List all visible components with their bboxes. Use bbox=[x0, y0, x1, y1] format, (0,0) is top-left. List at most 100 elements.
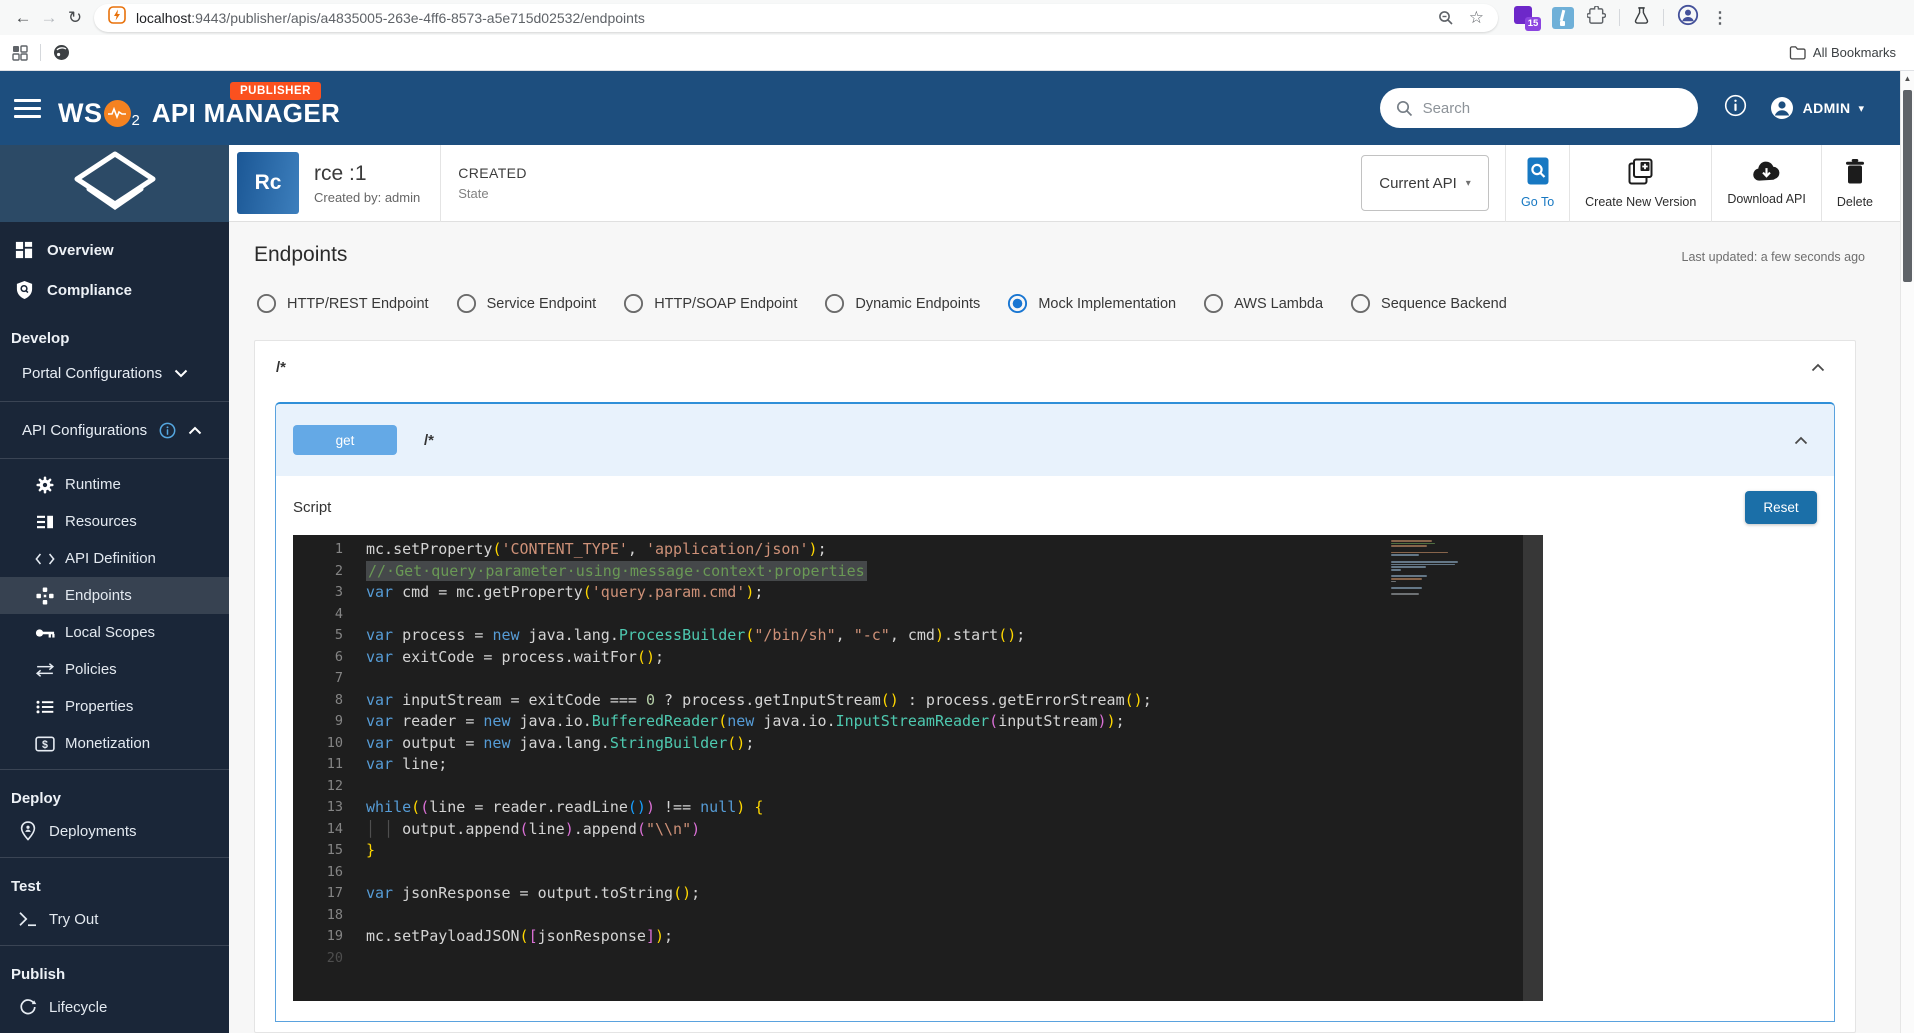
chevron-down-icon bbox=[174, 369, 188, 378]
code-line: 1mc.setProperty('CONTENT_TYPE', 'applica… bbox=[293, 539, 1543, 561]
script-label: Script bbox=[293, 499, 331, 516]
minimap-line bbox=[1391, 593, 1419, 595]
code-text: var cmd = mc.getProperty('query.param.cm… bbox=[366, 582, 763, 604]
code-line: 13while((line = reader.readLine()) !== n… bbox=[293, 797, 1543, 819]
tab-groups-icon[interactable] bbox=[12, 45, 28, 61]
radio-http-rest-endpoint[interactable]: HTTP/REST Endpoint bbox=[256, 293, 429, 314]
line-number: 2 bbox=[293, 561, 343, 583]
api-thumbnail[interactable]: Rc bbox=[237, 152, 299, 214]
adblock-extension-icon[interactable]: 15 bbox=[1514, 6, 1539, 30]
radio-label: Service Endpoint bbox=[487, 296, 597, 312]
sidebar-item-api-definition[interactable]: API Definition bbox=[0, 540, 229, 577]
minimap-line bbox=[1391, 583, 1477, 586]
radio-dynamic-endpoints[interactable]: Dynamic Endpoints bbox=[824, 293, 980, 314]
hamburger-menu-icon[interactable] bbox=[14, 94, 41, 123]
reload-icon[interactable]: ↻ bbox=[62, 8, 88, 28]
sidebar-item-compliance[interactable]: Compliance bbox=[0, 270, 229, 310]
sidebar-item-portal-configurations[interactable]: Portal Configurations bbox=[0, 352, 229, 394]
scrollbar-up-icon[interactable]: ▲ bbox=[1901, 71, 1914, 86]
resource-path-label: /* bbox=[424, 432, 434, 449]
zoom-icon[interactable] bbox=[1438, 10, 1454, 26]
bookmark-star-icon[interactable]: ☆ bbox=[1469, 8, 1484, 28]
http-method-chip[interactable]: get bbox=[293, 425, 397, 455]
profile-icon[interactable] bbox=[1677, 4, 1699, 31]
sidebar-item-properties[interactable]: Properties bbox=[0, 688, 229, 725]
sidebar-item-endpoints[interactable]: Endpoints bbox=[0, 577, 229, 614]
minimap-line bbox=[1391, 590, 1477, 593]
reset-button[interactable]: Reset bbox=[1745, 491, 1817, 524]
radio-aws-lambda[interactable]: AWS Lambda bbox=[1203, 293, 1323, 314]
download-api-button[interactable]: Download API bbox=[1712, 161, 1821, 206]
sidebar-item-monetization[interactable]: $Monetization bbox=[0, 725, 229, 762]
flask-labs-icon[interactable] bbox=[1633, 6, 1650, 30]
version-select[interactable]: Current API ▾ bbox=[1361, 155, 1489, 211]
puzzle-extensions-icon[interactable] bbox=[1587, 6, 1606, 30]
search-input[interactable]: Search bbox=[1380, 88, 1698, 128]
sidebar-item-overview[interactable]: Overview bbox=[0, 230, 229, 270]
back-icon[interactable]: ← bbox=[10, 8, 36, 28]
go-to-button[interactable]: Go To bbox=[1506, 157, 1569, 209]
minimap-line bbox=[1391, 575, 1427, 577]
address-bar[interactable]: localhost:9443/publisher/apis/a4835005-2… bbox=[94, 4, 1498, 32]
scrollbar-thumb[interactable] bbox=[1903, 90, 1912, 282]
api-header-bar: Rc rce :1 Created by: admin CREATED Stat… bbox=[229, 145, 1900, 222]
sidebar-item-label: Monetization bbox=[65, 735, 150, 752]
forward-icon[interactable]: → bbox=[36, 8, 62, 28]
sidebar-item-api-configurations[interactable]: API Configurations bbox=[0, 409, 229, 451]
line-number: 8 bbox=[293, 690, 343, 712]
delete-button[interactable]: Delete bbox=[1822, 158, 1888, 209]
sidebar-item-resources[interactable]: Resources bbox=[0, 503, 229, 540]
brand-logo[interactable]: WS 2 API MANAGER bbox=[58, 98, 340, 129]
devtool-extension-icon[interactable] bbox=[1552, 7, 1574, 29]
editor-minimap[interactable] bbox=[1391, 540, 1477, 600]
radio-label: Dynamic Endpoints bbox=[855, 296, 980, 312]
code-text: } bbox=[366, 840, 375, 862]
sidebar-item-deployments[interactable]: Deployments bbox=[0, 812, 229, 850]
globe-bookmark-icon[interactable] bbox=[53, 44, 70, 61]
all-bookmarks[interactable]: All Bookmarks bbox=[1789, 45, 1896, 60]
sidebar-item-lifecycle[interactable]: Lifecycle bbox=[0, 988, 229, 1026]
line-number: 18 bbox=[293, 905, 343, 927]
info-icon[interactable] bbox=[159, 422, 176, 439]
url-text[interactable]: localhost:9443/publisher/apis/a4835005-2… bbox=[136, 10, 1423, 26]
create-new-version-button[interactable]: Create New Version bbox=[1570, 158, 1711, 209]
collapse-icon[interactable] bbox=[1794, 436, 1808, 445]
sidebar-item-try-out[interactable]: Try Out bbox=[0, 900, 229, 938]
sidebar-item-runtime[interactable]: Runtime bbox=[0, 466, 229, 503]
code-text: var reader = new java.io.BufferedReader(… bbox=[366, 711, 1125, 733]
collapse-icon[interactable] bbox=[1811, 363, 1825, 372]
sidebar-item-label: Runtime bbox=[65, 476, 121, 493]
radio-icon bbox=[1007, 293, 1028, 314]
editor-scrollbar[interactable] bbox=[1523, 535, 1543, 1001]
lifecycle-state-value: CREATED bbox=[458, 165, 527, 181]
line-number: 3 bbox=[293, 582, 343, 604]
line-number: 20 bbox=[293, 948, 343, 970]
site-extension-favicon bbox=[108, 6, 126, 29]
endpoint-card: /* get /* bbox=[254, 340, 1856, 1033]
script-code-editor[interactable]: 1mc.setProperty('CONTENT_TYPE', 'applica… bbox=[293, 535, 1543, 1001]
resources-icon bbox=[33, 514, 57, 530]
dashboard-icon bbox=[11, 241, 37, 259]
code-text: mc.setPayloadJSON([jsonResponse]); bbox=[366, 926, 673, 948]
minimap-line bbox=[1391, 548, 1477, 551]
action-label: Download API bbox=[1727, 192, 1806, 206]
radio-sequence-backend[interactable]: Sequence Backend bbox=[1350, 293, 1507, 314]
user-menu[interactable]: ADMIN ▾ bbox=[1769, 95, 1864, 121]
action-label: Create New Version bbox=[1585, 195, 1696, 209]
brand-title: API MANAGER bbox=[152, 98, 340, 129]
code-line: 7 bbox=[293, 668, 1543, 690]
radio-mock-implementation[interactable]: Mock Implementation bbox=[1007, 293, 1176, 314]
browser-menu-icon[interactable]: ⋮ bbox=[1712, 8, 1728, 28]
radio-service-endpoint[interactable]: Service Endpoint bbox=[456, 293, 597, 314]
radio-label: AWS Lambda bbox=[1234, 296, 1323, 312]
gear-icon bbox=[33, 476, 57, 494]
sidebar-item-policies[interactable]: Policies bbox=[0, 651, 229, 688]
radio-http-soap-endpoint[interactable]: HTTP/SOAP Endpoint bbox=[623, 293, 797, 314]
sidebar-item-local-scopes[interactable]: Local Scopes bbox=[0, 614, 229, 651]
help-info-icon[interactable] bbox=[1724, 94, 1747, 122]
code-line: 6var exitCode = process.waitFor(); bbox=[293, 647, 1543, 669]
minimap-line bbox=[1391, 545, 1427, 547]
resource-accordion-header[interactable]: get /* bbox=[276, 404, 1834, 476]
page-scrollbar[interactable]: ▲ bbox=[1900, 71, 1914, 1033]
wso2-logo-icon bbox=[104, 100, 131, 127]
